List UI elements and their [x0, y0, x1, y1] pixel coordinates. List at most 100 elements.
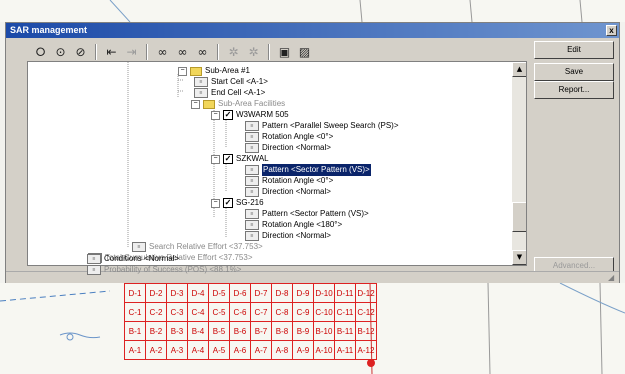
import-icon[interactable]: ⇤	[103, 44, 120, 61]
binoculars-add-icon[interactable]: ∞	[174, 44, 191, 61]
toolbar-separator	[146, 44, 148, 60]
grid-cell[interactable]: B-12	[355, 321, 377, 341]
grid-cell[interactable]: D-12	[355, 283, 377, 303]
grid-cell[interactable]: B-4	[187, 321, 209, 341]
grid-cell[interactable]: B-5	[208, 321, 230, 341]
grid-cell[interactable]: C-1	[124, 302, 146, 322]
grid-row: B-1 B-2 B-3 B-4 B-5 B-6 B-7 B-8 B-9 B-10 B-11 B-12	[124, 321, 377, 341]
chart-lines-top	[109, 0, 583, 23]
grid-cell[interactable]: B-6	[229, 321, 251, 341]
toolbar-separator	[95, 44, 97, 60]
grid-cell[interactable]: D-3	[166, 283, 188, 303]
grid-cell[interactable]: B-3	[166, 321, 188, 341]
grid-cell[interactable]: B-10	[313, 321, 335, 341]
sar-tree-view[interactable]: − Sub-Area #1 ≡ Start Cell <A-1> ≡ End C…	[27, 61, 527, 266]
scroll-thumb[interactable]	[512, 202, 526, 232]
grid-cell[interactable]: C-12	[355, 302, 377, 322]
collapse-icon[interactable]: −	[178, 66, 187, 76]
grid-cell[interactable]: D-8	[271, 283, 293, 303]
grid-cell[interactable]: A-4	[187, 340, 209, 360]
grid-cell[interactable]: B-2	[145, 321, 167, 341]
edit-button[interactable]: Edit	[534, 41, 614, 59]
sar-management-window: SAR management x ⭘ ⊙ ⊘ ⇤ ⇥ ∞ ∞ ∞ ✲ ✲ ▣ ▨	[5, 22, 620, 284]
grid-cell[interactable]: D-5	[208, 283, 230, 303]
tree-label: Direction <Normal>	[262, 231, 331, 240]
binoculars-remove-icon[interactable]: ∞	[194, 44, 211, 61]
close-icon[interactable]: x	[606, 25, 617, 36]
grid-cell[interactable]: A-10	[313, 340, 335, 360]
grid-cell[interactable]: B-8	[271, 321, 293, 341]
grid-cell[interactable]: D-4	[187, 283, 209, 303]
grid-cell[interactable]: C-2	[145, 302, 167, 322]
property-icon: ≡	[245, 132, 259, 142]
title-bar: SAR management x	[6, 23, 619, 38]
property-icon: ≡	[245, 187, 259, 197]
grid-cell[interactable]: C-3	[166, 302, 188, 322]
export-icon[interactable]: ⇥	[123, 44, 140, 61]
tree-label: Probability of Success (POS) <88.1%>	[104, 265, 242, 274]
property-icon: ≡	[194, 77, 208, 87]
grid-cell[interactable]: D-11	[334, 283, 356, 303]
grid-cell[interactable]: B-9	[292, 321, 314, 341]
grid-cell[interactable]: A-3	[166, 340, 188, 360]
folder-icon	[203, 99, 215, 109]
grid-cell[interactable]: A-6	[229, 340, 251, 360]
grid-cell[interactable]: D-9	[292, 283, 314, 303]
panel-icon[interactable]: ▣	[276, 44, 293, 61]
grid-cell[interactable]: C-9	[292, 302, 314, 322]
scroll-down-icon[interactable]: ▼	[512, 250, 526, 265]
circle-icon[interactable]: ⭘	[32, 44, 49, 61]
checkbox-checked[interactable]: ✓	[223, 154, 233, 164]
grid-cell[interactable]: A-9	[292, 340, 314, 360]
resize-grip-icon[interactable]: ◢	[608, 273, 617, 282]
grid-cell[interactable]: A-12	[355, 340, 377, 360]
property-icon: ≡	[245, 121, 259, 131]
tree-vertical-scrollbar[interactable]: ▲ ▼	[512, 62, 526, 265]
grid-cell[interactable]: B-1	[124, 321, 146, 341]
tree-label: Direction <Normal>	[262, 143, 331, 152]
grid-cell[interactable]: C-7	[250, 302, 272, 322]
panel-edit-icon[interactable]: ▨	[296, 44, 313, 61]
checkbox-checked[interactable]: ✓	[223, 110, 233, 120]
grid-cell[interactable]: C-8	[271, 302, 293, 322]
grid-cell[interactable]: A-7	[250, 340, 272, 360]
grid-cell[interactable]: A-5	[208, 340, 230, 360]
report-button[interactable]: Report...	[534, 81, 614, 99]
property-icon: ≡	[132, 242, 146, 252]
grid-cell[interactable]: A-1	[124, 340, 146, 360]
grid-cell[interactable]: C-4	[187, 302, 209, 322]
copy-circle-icon[interactable]: ⊙	[52, 44, 69, 61]
grid-cell[interactable]: B-11	[334, 321, 356, 341]
grid-cell[interactable]: D-1	[124, 283, 146, 303]
grid-cell[interactable]: A-2	[145, 340, 167, 360]
tree-node-pos[interactable]: ≡ Probability of Success (POS) <88.1%>	[87, 264, 241, 276]
collapse-icon[interactable]: −	[211, 110, 220, 120]
grid-cell[interactable]: D-6	[229, 283, 251, 303]
grid-cell[interactable]: C-10	[313, 302, 335, 322]
binoculars-icon[interactable]: ∞	[154, 44, 171, 61]
grid-row: C-1 C-2 C-3 C-4 C-5 C-6 C-7 C-8 C-9 C-10 C-11 C-12	[124, 302, 377, 322]
save-button[interactable]: Save	[534, 63, 614, 81]
toolbar-separator	[268, 44, 270, 60]
property-icon: ≡	[245, 220, 259, 230]
collapse-icon[interactable]: −	[211, 198, 220, 208]
grid-cell[interactable]: D-7	[250, 283, 272, 303]
grid-cell[interactable]: C-11	[334, 302, 356, 322]
delete-circle-icon[interactable]: ⊘	[72, 44, 89, 61]
collapse-icon[interactable]: −	[191, 99, 200, 109]
grid-row: D-1 D-2 D-3 D-4 D-5 D-6 D-7 D-8 D-9 D-10 D-11 D-12	[124, 283, 377, 303]
checkbox-checked[interactable]: ✓	[223, 198, 233, 208]
grid-cell[interactable]: B-7	[250, 321, 272, 341]
toolbar-separator	[217, 44, 219, 60]
snowflake-icon[interactable]: ✲	[225, 44, 242, 61]
grid-cell[interactable]: D-2	[145, 283, 167, 303]
grid-cell[interactable]: D-10	[313, 283, 335, 303]
grid-cell[interactable]: C-5	[208, 302, 230, 322]
collapse-icon[interactable]: −	[211, 154, 220, 164]
grid-cell[interactable]: A-11	[334, 340, 356, 360]
search-grid[interactable]: D-1 D-2 D-3 D-4 D-5 D-6 D-7 D-8 D-9 D-10 D-11 D-12 C…	[124, 283, 377, 360]
grid-cell[interactable]: A-8	[271, 340, 293, 360]
scroll-up-icon[interactable]: ▲	[512, 62, 526, 77]
grid-cell[interactable]: C-6	[229, 302, 251, 322]
snowflake-dim-icon[interactable]: ✲	[245, 44, 262, 61]
